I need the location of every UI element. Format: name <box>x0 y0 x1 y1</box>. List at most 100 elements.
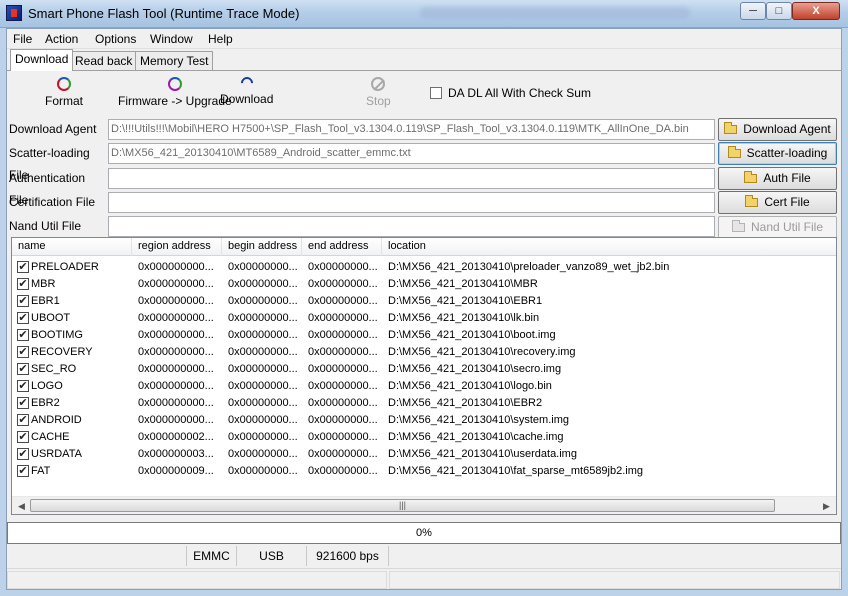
cell-partition-name: BOOTIMG <box>31 329 83 341</box>
scroll-thumb[interactable]: ||| <box>30 499 775 512</box>
cell-partition-name: LOGO <box>31 380 63 392</box>
stop-label: Stop <box>366 94 391 108</box>
status-baud: 921600 bps <box>307 546 389 566</box>
menu-help[interactable]: Help <box>208 32 233 46</box>
auth-file-button[interactable]: Auth File <box>718 167 837 190</box>
cell-partition-name: MBR <box>31 278 56 290</box>
table-row[interactable]: ✔ BOOTIMG 0x000000000... 0x00000000... 0x000… <box>12 327 836 344</box>
tab-memory-test[interactable]: Memory Test <box>135 51 214 71</box>
cell-region-address: 0x000000000... <box>138 261 214 273</box>
cell-begin-address: 0x00000000... <box>228 329 298 341</box>
table-row[interactable]: ✔ EBR1 0x000000000... 0x00000000... 0x000000… <box>12 293 836 310</box>
cell-partition-name: EBR1 <box>31 295 60 307</box>
table-row[interactable]: ✔ CACHE 0x000000002... 0x00000000... 0x00000… <box>12 429 836 446</box>
column-begin-address[interactable]: begin address <box>222 238 302 256</box>
table-row[interactable]: ✔ UBOOT 0x000000000... 0x00000000... 0x00000… <box>12 310 836 327</box>
stop-button[interactable]: Stop <box>366 77 391 108</box>
upgrade-icon <box>167 77 182 91</box>
row-checkbox[interactable]: ✔ <box>17 295 29 307</box>
horizontal-scrollbar[interactable]: ◀ ||| ▶ <box>12 496 836 514</box>
row-checkbox[interactable]: ✔ <box>17 278 29 290</box>
menu-options[interactable]: Options <box>95 32 136 46</box>
cell-begin-address: 0x00000000... <box>228 397 298 409</box>
row-checkbox[interactable]: ✔ <box>17 414 29 426</box>
cell-end-address: 0x00000000... <box>308 465 378 477</box>
row-checkbox[interactable]: ✔ <box>17 380 29 392</box>
progress-text: 0% <box>416 527 432 539</box>
menu-file[interactable]: File <box>13 32 32 46</box>
firmware-upgrade-label: Firmware -> Upgrade <box>118 94 232 108</box>
cert-file-label: Certification File <box>9 195 96 209</box>
firmware-upgrade-button[interactable]: Firmware -> Upgrade <box>118 77 232 108</box>
cell-begin-address: 0x00000000... <box>228 431 298 443</box>
row-checkbox[interactable]: ✔ <box>17 329 29 341</box>
table-row[interactable]: ✔ USRDATA 0x000000003... 0x00000000... 0x000… <box>12 446 836 463</box>
table-row[interactable]: ✔ LOGO 0x000000000... 0x00000000... 0x000000… <box>12 378 836 395</box>
nand-util-file-field[interactable] <box>108 216 715 237</box>
da-checksum-checkbox[interactable]: DA DL All With Check Sum <box>430 86 591 100</box>
minimize-button[interactable]: ─ <box>740 2 766 20</box>
scatter-file-field[interactable]: D:\MX56_421_20130410\MT6589_Android_scat… <box>108 143 715 164</box>
tab-read-back[interactable]: Read back <box>70 51 138 71</box>
format-button[interactable]: Format <box>45 77 83 108</box>
row-checkbox[interactable]: ✔ <box>17 397 29 409</box>
table-row[interactable]: ✔ RECOVERY 0x000000000... 0x00000000... 0x00… <box>12 344 836 361</box>
cell-begin-address: 0x00000000... <box>228 448 298 460</box>
row-checkbox[interactable]: ✔ <box>17 448 29 460</box>
close-button[interactable]: X <box>792 2 840 20</box>
menu-action[interactable]: Action <box>45 32 78 46</box>
cell-partition-name: USRDATA <box>31 448 82 460</box>
row-checkbox[interactable]: ✔ <box>17 363 29 375</box>
status-storage: EMMC <box>187 546 237 566</box>
download-agent-button-label: Download Agent <box>743 122 831 136</box>
cell-region-address: 0x000000000... <box>138 346 214 358</box>
folder-icon <box>744 171 758 183</box>
cell-end-address: 0x00000000... <box>308 397 378 409</box>
row-checkbox[interactable]: ✔ <box>17 261 29 273</box>
folder-icon <box>745 195 759 207</box>
checkbox-box[interactable] <box>430 87 442 99</box>
auth-file-field[interactable] <box>108 168 715 189</box>
table-row[interactable]: ✔ PRELOADER 0x000000000... 0x00000000... 0x0… <box>12 259 836 276</box>
table-row[interactable]: ✔ SEC_RO 0x000000000... 0x00000000... 0x0000… <box>12 361 836 378</box>
status-cell-empty <box>7 546 187 566</box>
table-row[interactable]: ✔ FAT 0x000000009... 0x00000000... 0x0000000… <box>12 463 836 480</box>
download-agent-button[interactable]: Download Agent <box>718 118 837 141</box>
row-checkbox[interactable]: ✔ <box>17 346 29 358</box>
row-checkbox[interactable]: ✔ <box>17 431 29 443</box>
status2-cell-right <box>389 571 840 589</box>
format-label: Format <box>45 94 84 108</box>
partition-list[interactable]: name region address begin address end ad… <box>11 237 837 515</box>
table-row[interactable]: ✔ EBR2 0x000000000... 0x00000000... 0x000000… <box>12 395 836 412</box>
cell-region-address: 0x000000000... <box>138 329 214 341</box>
tab-download[interactable]: Download <box>10 49 74 71</box>
cell-location: D:\MX56_421_20130410\lk.bin <box>388 312 540 324</box>
table-row[interactable]: ✔ ANDROID 0x000000000... 0x00000000... 0x000… <box>12 412 836 429</box>
scatter-loading-button-label: Scatter-loading <box>746 146 828 160</box>
scatter-file-label: Scatter-loading File <box>9 146 90 182</box>
nand-util-file-button[interactable]: Nand Util File <box>718 216 837 239</box>
scroll-right-icon[interactable]: ▶ <box>823 501 830 512</box>
table-row[interactable]: ✔ MBR 0x000000000... 0x00000000... 0x0000000… <box>12 276 836 293</box>
cell-partition-name: FAT <box>31 465 51 477</box>
column-end-address[interactable]: end address <box>302 238 382 256</box>
menu-window[interactable]: Window <box>150 32 193 46</box>
column-region-address[interactable]: region address <box>132 238 222 256</box>
cell-end-address: 0x00000000... <box>308 312 378 324</box>
nand-util-file-button-label: Nand Util File <box>750 220 824 234</box>
download-button[interactable]: Download <box>220 74 273 106</box>
download-agent-field[interactable]: D:\!!!Utils!!!\Mobil\HERO H7500+\SP_Flas… <box>108 119 715 140</box>
scroll-left-icon[interactable]: ◀ <box>18 501 25 512</box>
column-name[interactable]: name <box>12 238 132 256</box>
cell-region-address: 0x000000000... <box>138 363 214 375</box>
row-checkbox[interactable]: ✔ <box>17 312 29 324</box>
checksum-label: DA DL All With Check Sum <box>448 86 591 100</box>
cert-file-field[interactable] <box>108 192 715 213</box>
maximize-button[interactable]: □ <box>766 2 792 20</box>
cert-file-button[interactable]: Cert File <box>718 191 837 214</box>
auth-file-button-label: Auth File <box>763 171 811 185</box>
scatter-loading-button[interactable]: Scatter-loading <box>718 142 837 165</box>
row-checkbox[interactable]: ✔ <box>17 465 29 477</box>
column-location[interactable]: location <box>382 238 836 256</box>
status-port: USB <box>237 546 307 566</box>
